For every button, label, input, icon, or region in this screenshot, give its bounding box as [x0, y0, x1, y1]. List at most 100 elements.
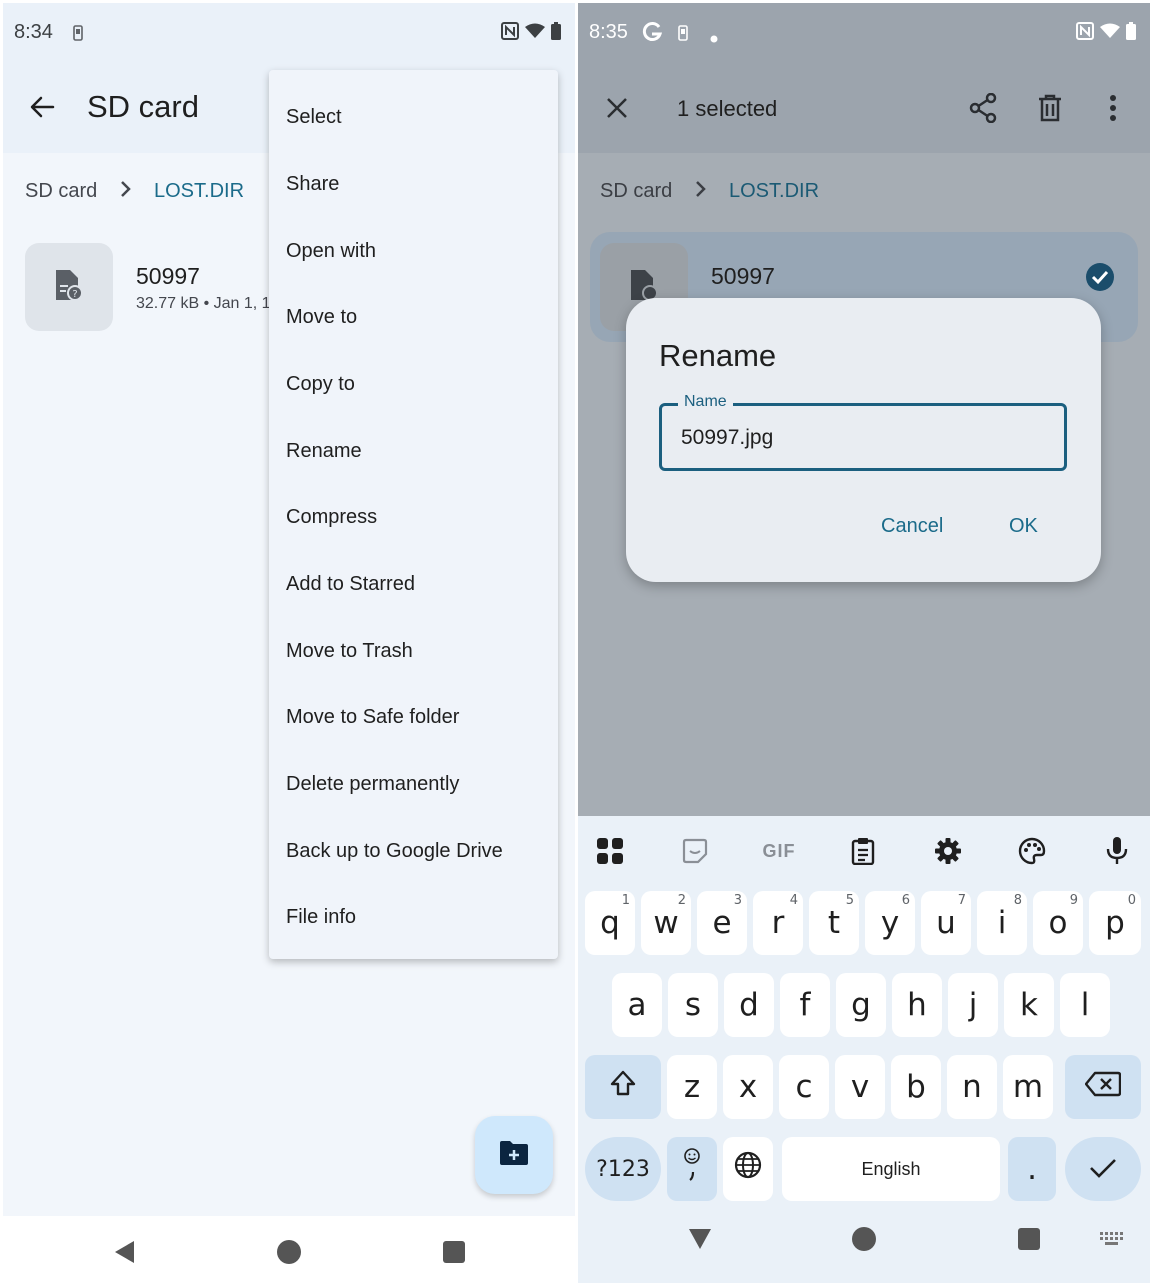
right-screen: 8:35 1 selected SD card LOST.DIR 50997 R…	[578, 3, 1150, 1283]
new-folder-button[interactable]	[475, 1116, 553, 1194]
palette-icon[interactable]	[1012, 831, 1052, 871]
name-input-value[interactable]: 50997.jpg	[681, 426, 773, 450]
rename-dialog: Rename Name 50997.jpg Cancel OK	[626, 298, 1101, 582]
backspace-icon	[1084, 1069, 1122, 1105]
key-o[interactable]: o9	[1033, 891, 1083, 955]
file-name: 50997	[136, 263, 200, 289]
breadcrumb-current[interactable]: LOST.DIR	[154, 180, 244, 203]
selection-count: 1 selected	[677, 96, 778, 121]
device-status-icon	[678, 25, 688, 46]
selection-app-bar	[578, 3, 1150, 153]
battery-icon	[551, 22, 561, 45]
enter-key[interactable]	[1065, 1137, 1141, 1201]
key-l[interactable]: l	[1060, 973, 1110, 1037]
gif-button[interactable]: GIF	[759, 831, 799, 871]
more-vert-icon[interactable]	[1110, 95, 1116, 126]
nav-back-icon[interactable]	[113, 1240, 135, 1269]
key-z[interactable]: z	[667, 1055, 717, 1119]
delete-icon[interactable]	[1038, 94, 1062, 127]
key-x[interactable]: x	[723, 1055, 773, 1119]
keyboard-switch-icon[interactable]	[1100, 1232, 1124, 1251]
menu-item-move-to-trash[interactable]: Move to Trash	[286, 640, 413, 663]
key-y[interactable]: y6	[865, 891, 915, 955]
breadcrumb-current[interactable]: LOST.DIR	[729, 180, 819, 203]
backspace-key[interactable]	[1065, 1055, 1141, 1119]
key-u[interactable]: u7	[921, 891, 971, 955]
key-s[interactable]: s	[668, 973, 718, 1037]
key-i[interactable]: i8	[977, 891, 1027, 955]
key-c[interactable]: c	[779, 1055, 829, 1119]
share-icon[interactable]	[969, 92, 997, 128]
ok-button[interactable]: OK	[1009, 515, 1038, 538]
key-v[interactable]: v	[835, 1055, 885, 1119]
dialog-title: Rename	[659, 338, 777, 373]
create-folder-icon	[499, 1140, 529, 1171]
key-e[interactable]: e3	[697, 891, 747, 955]
key-t[interactable]: t5	[809, 891, 859, 955]
nav-home-icon[interactable]	[852, 1227, 876, 1256]
key-f[interactable]: f	[780, 973, 830, 1037]
menu-item-delete-permanently[interactable]: Delete permanently	[286, 773, 459, 796]
microphone-icon[interactable]	[1097, 831, 1137, 871]
key-p[interactable]: p0	[1089, 891, 1141, 955]
globe-icon	[734, 1151, 762, 1187]
shift-key[interactable]	[585, 1055, 661, 1119]
menu-item-move-to[interactable]: Move to	[286, 306, 357, 329]
close-icon[interactable]	[606, 97, 628, 124]
key-j[interactable]: j	[948, 973, 998, 1037]
period-key[interactable]: .	[1008, 1137, 1056, 1201]
breadcrumb-root[interactable]: SD card	[25, 180, 97, 203]
context-menu: Select Share Open with Move to Copy to R…	[269, 70, 558, 959]
menu-item-back-up-to-google-drive[interactable]: Back up to Google Drive	[286, 840, 503, 863]
menu-item-compress[interactable]: Compress	[286, 506, 377, 529]
key-q[interactable]: q1	[585, 891, 635, 955]
clipboard-icon[interactable]	[843, 831, 883, 871]
apps-grid-icon[interactable]	[590, 831, 630, 871]
page-title: SD card	[87, 89, 199, 124]
file-thumbnail[interactable]: ?	[25, 243, 113, 331]
name-input[interactable]: Name 50997.jpg	[659, 393, 1067, 471]
key-g[interactable]: g	[836, 973, 886, 1037]
file-name: 50997	[711, 263, 775, 289]
key-h[interactable]: h	[892, 973, 942, 1037]
back-arrow-icon[interactable]	[29, 95, 55, 124]
nfc-icon	[1076, 22, 1094, 45]
menu-item-add-to-starred[interactable]: Add to Starred	[286, 573, 415, 596]
menu-item-copy-to[interactable]: Copy to	[286, 373, 355, 396]
key-k[interactable]: k	[1004, 973, 1054, 1037]
unknown-file-icon: ?	[54, 268, 84, 307]
sticker-icon[interactable]	[675, 831, 715, 871]
menu-item-select[interactable]: Select	[286, 106, 342, 129]
key-n[interactable]: n	[947, 1055, 997, 1119]
cancel-button[interactable]: Cancel	[881, 515, 943, 538]
key-w[interactable]: w2	[641, 891, 691, 955]
language-key[interactable]	[723, 1137, 773, 1201]
menu-item-file-info[interactable]: File info	[286, 906, 356, 929]
key-m[interactable]: m	[1003, 1055, 1053, 1119]
shift-icon	[609, 1069, 637, 1105]
status-time: 8:35	[589, 21, 628, 43]
nav-home-icon[interactable]	[277, 1240, 301, 1269]
key-b[interactable]: b	[891, 1055, 941, 1119]
menu-item-share[interactable]: Share	[286, 173, 339, 196]
key-a[interactable]: a	[612, 973, 662, 1037]
chevron-right-icon	[694, 179, 708, 205]
nav-hide-keyboard-icon[interactable]	[688, 1228, 712, 1255]
emoji-icon	[683, 1148, 701, 1190]
key-d[interactable]: d	[724, 973, 774, 1037]
menu-item-rename[interactable]: Rename	[286, 440, 362, 463]
breadcrumb-root[interactable]: SD card	[600, 180, 672, 203]
key-r[interactable]: r4	[753, 891, 803, 955]
nav-recents-icon[interactable]	[1018, 1228, 1040, 1255]
settings-gear-icon[interactable]	[928, 831, 968, 871]
nav-recents-icon[interactable]	[443, 1241, 465, 1268]
svg-text:?: ?	[72, 289, 77, 300]
check-circle-icon[interactable]	[1085, 262, 1115, 297]
file-meta: 32.77 kB • Jan 1, 1	[136, 295, 269, 312]
symbols-key[interactable]: ?123	[585, 1137, 661, 1201]
status-time: 8:34	[14, 21, 53, 43]
menu-item-move-to-safe-folder[interactable]: Move to Safe folder	[286, 706, 459, 729]
emoji-comma-key[interactable]	[667, 1137, 717, 1201]
space-key[interactable]: English	[782, 1137, 1000, 1201]
menu-item-open-with[interactable]: Open with	[286, 240, 376, 263]
